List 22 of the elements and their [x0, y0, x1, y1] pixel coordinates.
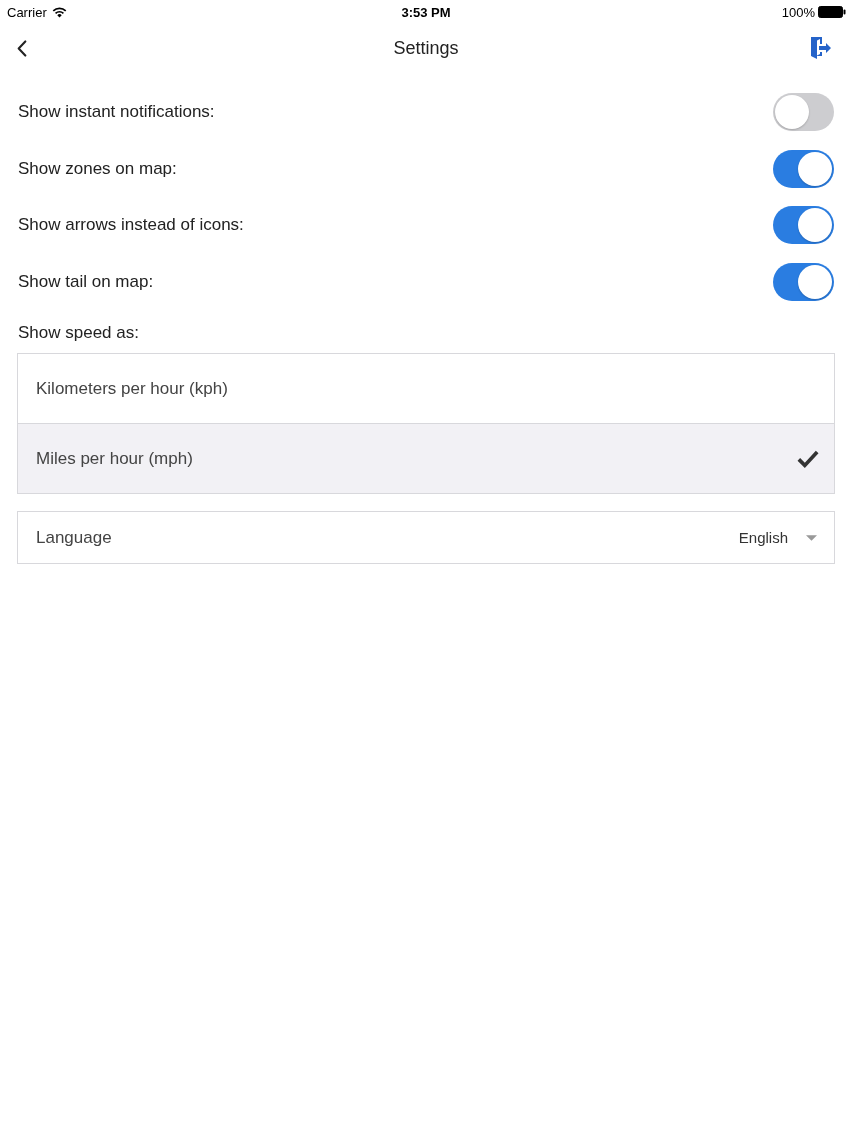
toggle-switch[interactable] [773, 262, 834, 301]
battery-icon [818, 6, 846, 18]
check-icon [797, 449, 819, 468]
toggle-switch[interactable] [773, 149, 834, 188]
section-label: Show speed as: [18, 322, 140, 344]
setting-label: Show arrows instead of icons: [18, 215, 244, 236]
toggle-switch[interactable] [773, 93, 834, 132]
caret-icon [806, 534, 817, 541]
logout-button[interactable] [808, 34, 834, 62]
chevron-left-icon [17, 39, 27, 57]
battery-percent: 100% [781, 4, 815, 20]
setting-label: Show zones on map: [18, 158, 177, 179]
setting-label: Show tail on map: [18, 271, 154, 292]
setting-label: Show instant notifications: [18, 102, 215, 123]
logout-icon [810, 36, 832, 60]
language-select[interactable]: Language English [17, 511, 835, 564]
status-time: 3:53 PM [401, 4, 451, 20]
speed-option[interactable]: Miles per hour (mph) [18, 423, 834, 493]
page-title: Settings [393, 37, 459, 59]
toggle-switch[interactable] [773, 206, 834, 245]
carrier-name: Carrier [7, 4, 47, 20]
wifi-icon [51, 6, 67, 18]
